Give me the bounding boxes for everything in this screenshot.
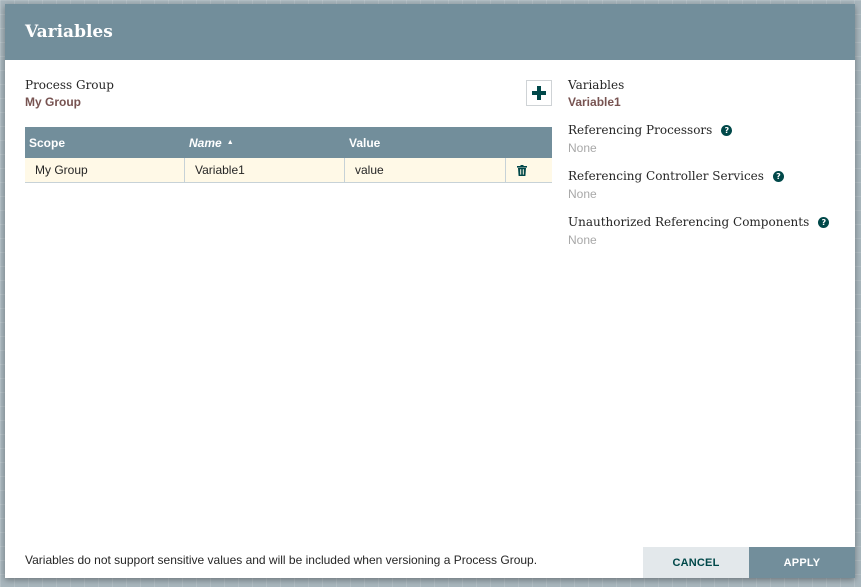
question-circle-icon[interactable]: ? — [818, 216, 830, 228]
cell-value[interactable]: value — [345, 158, 506, 182]
column-header-actions — [506, 127, 552, 158]
table-row[interactable]: My Group Variable1 value — [25, 158, 552, 183]
column-header-name[interactable]: Name ▲ — [185, 127, 345, 158]
referencing-controller-services-section: Referencing Controller Services ? None — [568, 169, 838, 201]
apply-button[interactable]: APPLY — [749, 547, 855, 578]
dialog-header: Variables — [5, 4, 855, 60]
referencing-processors-section: Referencing Processors ? None — [568, 123, 838, 155]
variables-dialog: Variables Process Group My Group Scope N… — [5, 4, 855, 578]
plus-icon — [532, 86, 546, 100]
variables-panel: Process Group My Group Scope Name ▲ Valu… — [25, 78, 552, 183]
dialog-title: Variables — [25, 22, 113, 42]
question-circle-icon[interactable]: ? — [772, 170, 784, 182]
trash-icon[interactable] — [517, 164, 527, 176]
unauthorized-referencing-components-section: Unauthorized Referencing Components ? No… — [568, 215, 838, 247]
referencing-processors-value: None — [568, 141, 597, 155]
footer-note: Variables do not support sensitive value… — [25, 553, 538, 567]
referencing-controller-services-value: None — [568, 187, 597, 201]
cell-scope: My Group — [25, 158, 185, 182]
cell-actions — [506, 158, 552, 182]
column-header-scope[interactable]: Scope — [25, 127, 185, 158]
unauthorized-referencing-components-value: None — [568, 233, 597, 247]
variable-details-panel: Variables Variable1 Referencing Processo… — [568, 78, 838, 247]
unauthorized-referencing-components-label: Unauthorized Referencing Components — [568, 215, 810, 229]
add-variable-button[interactable] — [526, 80, 552, 106]
cancel-button[interactable]: CANCEL — [643, 547, 749, 578]
process-group-name: My Group — [25, 95, 81, 109]
column-header-value[interactable]: Value — [345, 127, 506, 158]
table-header: Scope Name ▲ Value — [25, 127, 552, 158]
question-circle-icon[interactable]: ? — [721, 124, 733, 136]
sort-ascending-icon: ▲ — [226, 139, 234, 146]
cell-name[interactable]: Variable1 — [185, 158, 345, 182]
process-group-label: Process Group — [25, 78, 114, 92]
referencing-controller-services-label: Referencing Controller Services — [568, 169, 764, 183]
variables-label: Variables — [568, 78, 625, 92]
variables-table: Scope Name ▲ Value My Group Variable1 va… — [25, 127, 552, 183]
referencing-processors-label: Referencing Processors — [568, 123, 713, 137]
selected-variable-name: Variable1 — [568, 95, 621, 109]
